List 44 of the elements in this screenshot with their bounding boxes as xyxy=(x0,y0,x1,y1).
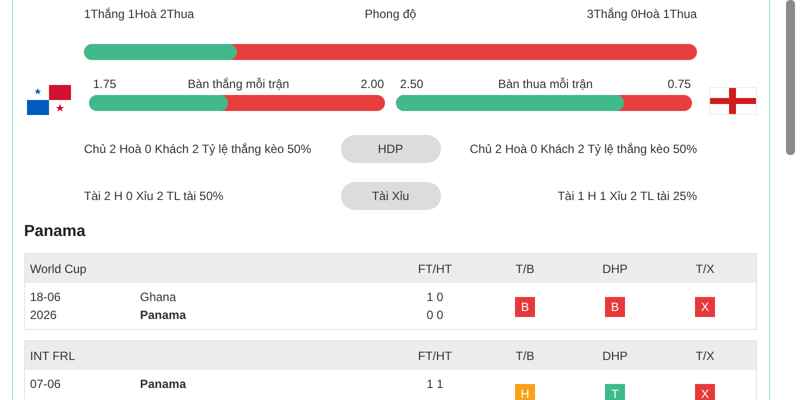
column-header: T/B xyxy=(516,348,534,362)
odds-type-button[interactable]: HDP xyxy=(340,135,440,163)
away-form-record: 3Thắng 0Hoà 1Thua xyxy=(586,7,697,21)
stat-value: 2.50 xyxy=(400,77,424,91)
result-badge: B xyxy=(605,297,625,317)
team-name: Panama xyxy=(140,376,188,392)
stat-value: 2.00 xyxy=(360,77,384,91)
column-header: T/X xyxy=(696,262,714,276)
competition-name: INT FRL xyxy=(30,348,76,362)
stat-label: Bàn thua mỗi trận xyxy=(498,77,593,91)
team-heading: Panama xyxy=(24,223,86,241)
column-header: T/B xyxy=(516,262,534,276)
form-title: Phong độ xyxy=(364,7,416,21)
team-name: Ghana xyxy=(140,289,178,305)
home-odds-summary: Chủ 2 Hoà 0 Khách 2 Tỷ lệ thắng kèo 50% xyxy=(84,142,312,156)
match-date: 07-06 xyxy=(30,376,62,392)
match-year: 2026 xyxy=(30,307,58,323)
stat-value: 1.75 xyxy=(93,77,116,91)
column-header: DHP xyxy=(602,348,628,362)
home-form-record: 1Thắng 1Hoà 2Thua xyxy=(84,7,194,21)
column-header: T/X xyxy=(696,348,714,362)
away-odds-summary: Tài 1 H 1 Xỉu 2 TL tài 25% xyxy=(556,189,697,203)
result-badge: T xyxy=(605,384,625,400)
result-badge: B xyxy=(515,297,535,317)
scrollbar-thumb[interactable] xyxy=(786,0,795,155)
column-header: DHP xyxy=(602,262,628,276)
odds-type-button[interactable]: Tài Xỉu xyxy=(340,182,440,210)
home-odds-summary: Tài 2 H 0 Xỉu 2 TL tài 50% xyxy=(84,189,224,203)
result-badge: X xyxy=(695,297,715,317)
result-badge: H xyxy=(515,384,535,400)
match-date: 18-06 xyxy=(30,289,62,305)
score: 1 0 xyxy=(426,289,444,305)
score: 1 1 xyxy=(426,376,444,392)
away-odds-summary: Chủ 2 Hoà 0 Khách 2 Tỷ lệ thắng kèo 50% xyxy=(468,142,697,156)
panama-flag-icon xyxy=(26,85,70,115)
result-badge: X xyxy=(695,384,715,400)
score: 0 0 xyxy=(426,307,444,323)
stat-value: 0.75 xyxy=(668,77,691,91)
team-name: Panama xyxy=(140,307,188,323)
column-header: FT/HT xyxy=(418,262,452,276)
stat-label: Bàn thắng mỗi trận xyxy=(188,77,290,91)
competition-name: World Cup xyxy=(30,262,88,276)
column-header: FT/HT xyxy=(418,348,452,362)
england-flag-icon xyxy=(708,87,756,115)
